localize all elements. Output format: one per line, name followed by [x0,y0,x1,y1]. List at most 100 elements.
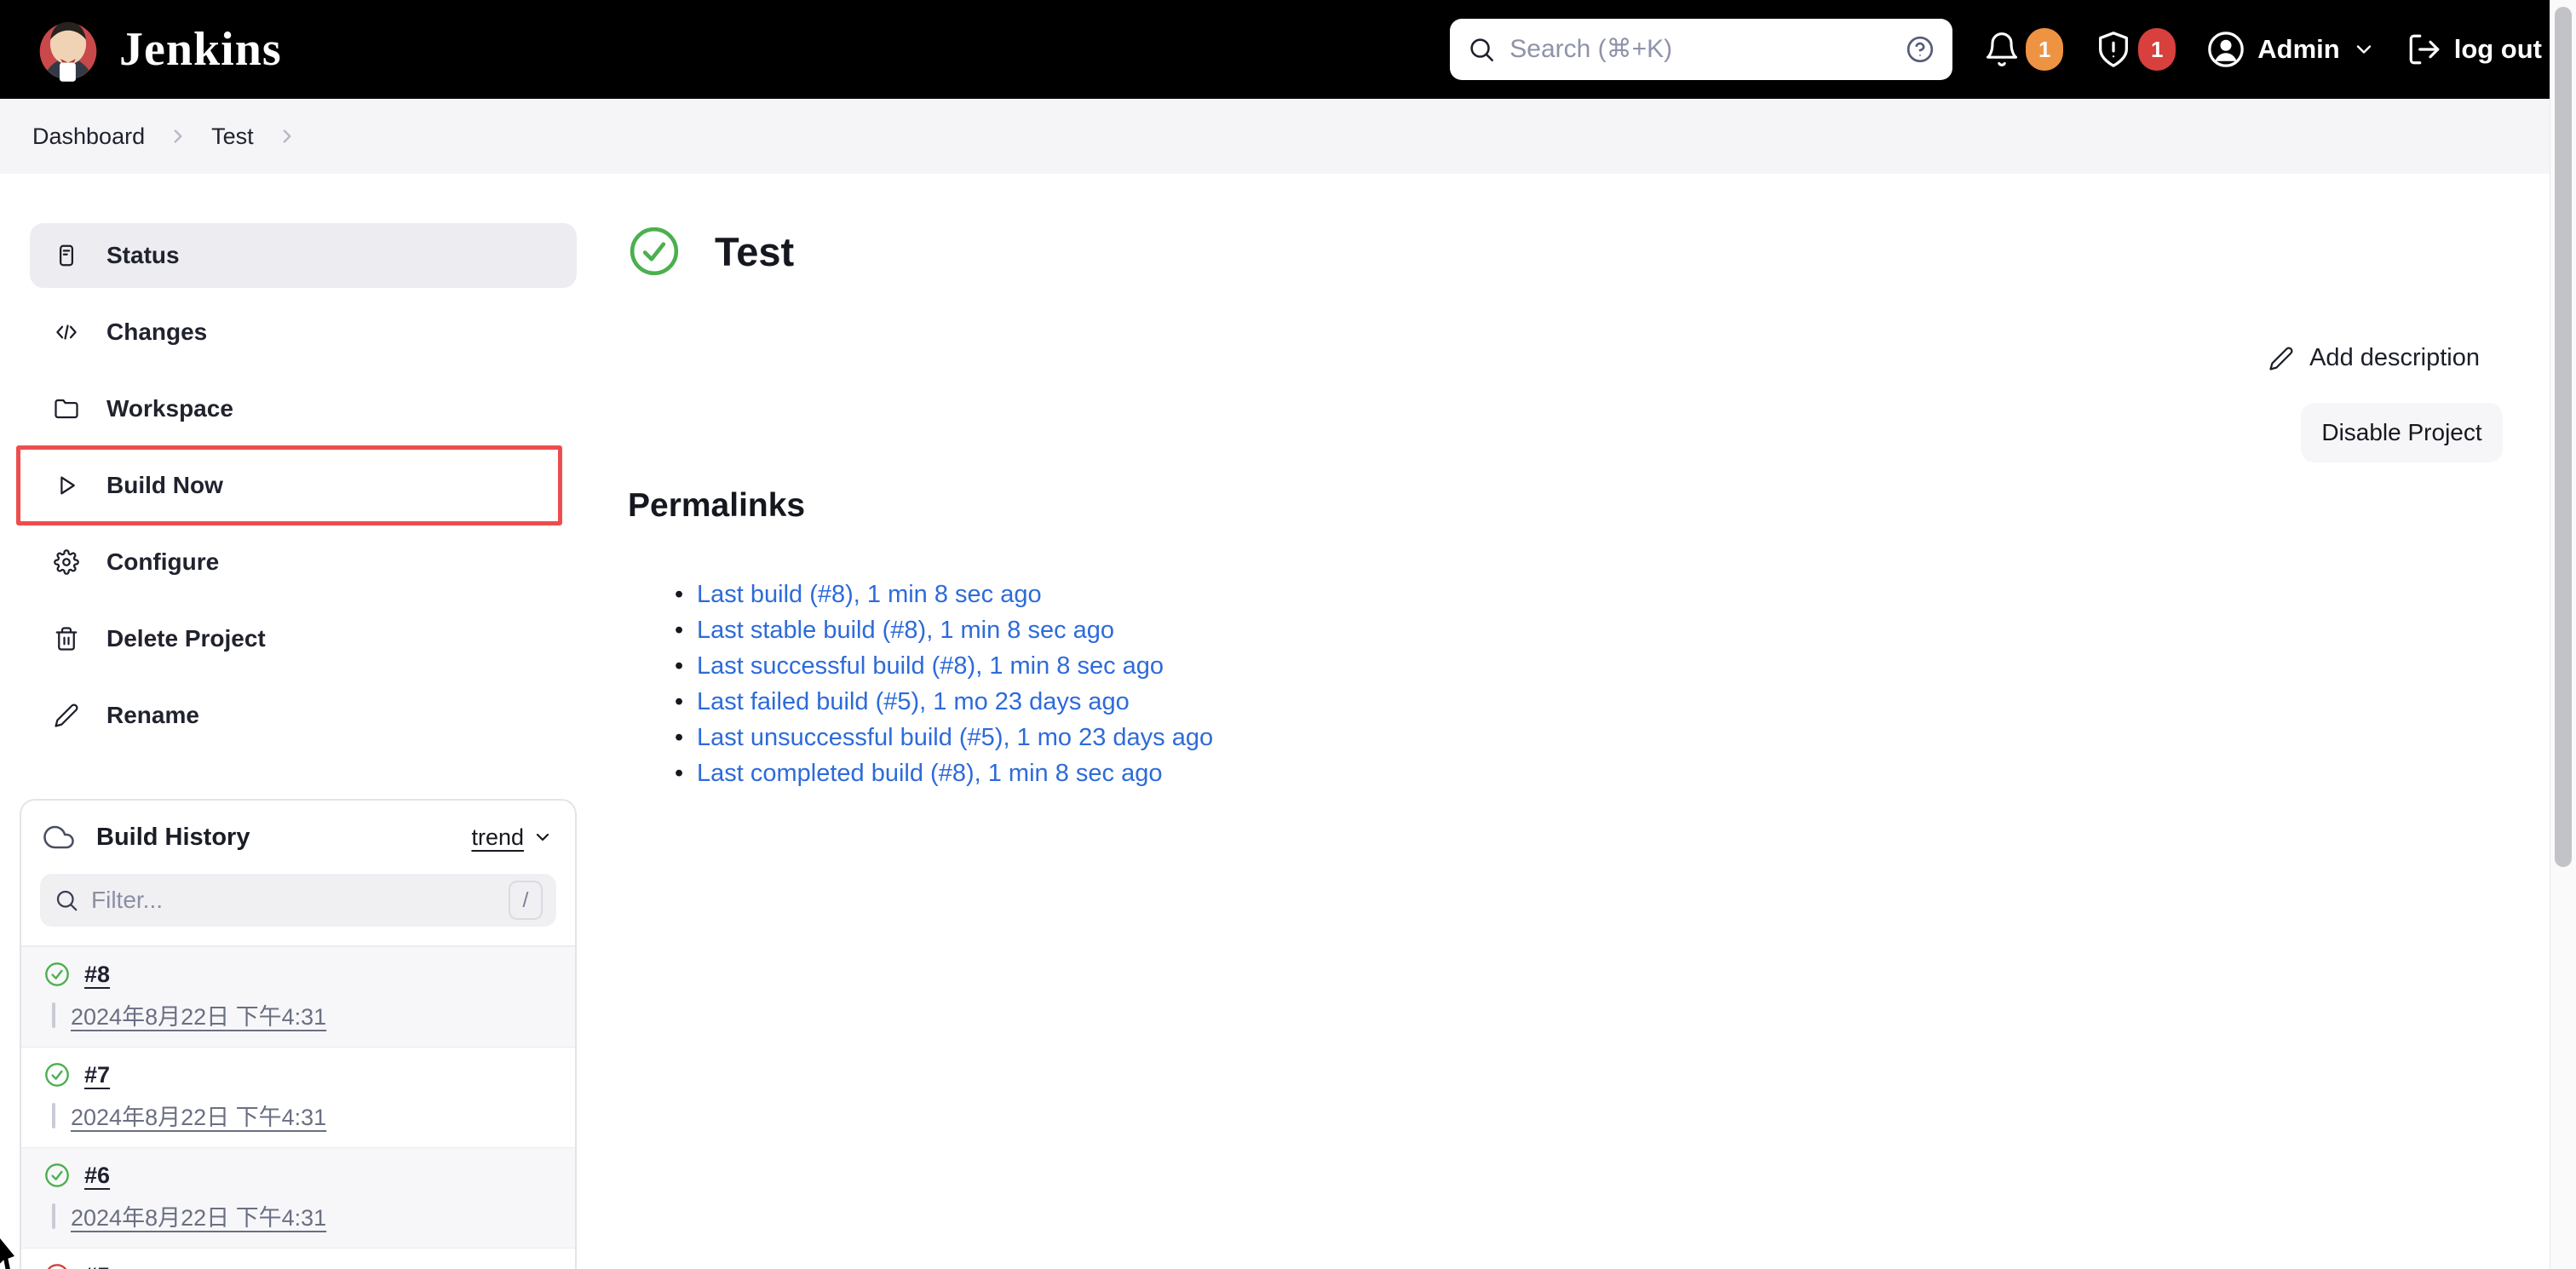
play-icon [54,473,79,498]
timeline-bar [52,1102,55,1128]
permalink-link[interactable]: Last successful build (#8), 1 min 8 sec … [697,652,1164,680]
code-icon [54,319,79,345]
pencil-icon [2268,346,2294,371]
permalink-link[interactable]: Last stable build (#8), 1 min 8 sec ago [697,617,1114,644]
chevron-right-icon [276,125,298,147]
failed-icon [43,1262,71,1269]
main-content: Status Changes Workspace Build Now Confi… [0,174,2576,1269]
permalink-item: Last failed build (#5), 1 mo 23 days ago [675,688,1213,715]
search-icon [1467,35,1496,64]
cloud-icon [43,822,74,853]
sidebar-item-label: Build Now [106,472,223,498]
filter-input[interactable] [91,887,497,914]
build-row: #6 2024年8月22日 下午4:31 [21,1148,575,1249]
permalink-link[interactable]: Last build (#8), 1 min 8 sec ago [697,581,1042,608]
build-list: #8 2024年8月22日 下午4:31 #7 2024年8月22日 下午4:3… [21,945,575,1269]
chevron-down-icon [2352,37,2376,61]
user-menu[interactable]: Admin [2206,30,2375,69]
build-row: #5 [21,1249,575,1269]
build-date-link[interactable]: 2024年8月22日 下午4:31 [71,1099,326,1132]
sidebar-item-label: Workspace [106,395,233,422]
status-icon [54,243,79,268]
notification-badge: 1 [2026,28,2064,71]
trend-label: trend [471,824,524,850]
permalink-link[interactable]: Last unsuccessful build (#5), 1 mo 23 da… [697,724,1213,751]
permalinks-heading: Permalinks [628,487,806,524]
breadcrumb: Dashboard Test [0,99,2576,174]
logout-icon [2406,32,2442,67]
build-date-link[interactable]: 2024年8月22日 下午4:31 [71,998,326,1031]
permalink-link[interactable]: Last failed build (#5), 1 mo 23 days ago [697,688,1130,715]
help-icon[interactable] [1905,34,1935,65]
logout-label: log out [2453,34,2542,64]
notifications-button[interactable]: 1 [1983,28,2064,71]
bell-icon [1983,31,2021,68]
logout-button[interactable]: log out [2406,32,2542,67]
trash-icon [54,626,79,652]
sidebar-item-delete-project[interactable]: Delete Project [30,606,577,671]
build-link[interactable]: #8 [84,962,110,988]
timeline-bar [52,1203,55,1229]
mouse-cursor [0,1238,14,1269]
sidebar-item-label: Delete Project [106,625,266,652]
scrollbar-track [2550,0,2576,1269]
search-input[interactable] [1509,35,1892,64]
jenkins-logo [34,15,102,83]
add-description-label: Add description [2309,344,2480,371]
success-icon [43,961,71,988]
build-link[interactable]: #5 [84,1263,110,1269]
build-date-link[interactable]: 2024年8月22日 下午4:31 [71,1199,326,1232]
annotation-highlight-box [16,445,562,525]
sidebar-item-configure[interactable]: Configure [30,530,577,594]
build-history-filter[interactable]: / [40,874,556,927]
permalink-item: Last unsuccessful build (#5), 1 mo 23 da… [675,724,1213,751]
sidebar-item-build-now[interactable]: Build Now [16,445,577,525]
brand-title: Jenkins [119,23,282,76]
sidebar-item-label: Configure [106,548,220,575]
permalink-item: Last successful build (#8), 1 min 8 sec … [675,652,1213,680]
build-history-title: Build History [96,823,250,851]
gear-icon [54,549,79,575]
permalinks-list: Last build (#8), 1 min 8 sec ago Last st… [675,581,1213,797]
disable-project-button[interactable]: Disable Project [2301,403,2503,462]
success-icon [628,225,681,278]
build-history-panel: Build History trend / [20,799,577,1269]
build-link[interactable]: #7 [84,1062,110,1088]
jenkins-home-link[interactable]: Jenkins [34,15,282,83]
permalink-item: Last completed build (#8), 1 min 8 sec a… [675,760,1213,787]
breadcrumb-test[interactable]: Test [211,123,254,150]
shortcut-key-badge: / [509,881,543,920]
trend-dropdown[interactable]: trend [471,824,553,851]
search-icon [54,887,79,913]
chevron-down-icon [532,827,553,847]
sidebar-item-label: Status [106,242,180,268]
build-row: #8 2024年8月22日 下午4:31 [21,947,575,1048]
shield-alert-icon [2094,30,2133,69]
pencil-icon [54,703,79,728]
sidebar-item-rename[interactable]: Rename [30,683,577,748]
sidebar-item-label: Changes [106,319,208,345]
top-header: Jenkins Search (⌘+K) 1 1 Admin log out [0,0,2576,99]
scrollbar-thumb[interactable] [2555,7,2572,867]
sidebar-item-status[interactable]: Status [30,223,577,288]
add-description-button[interactable]: Add description [2268,344,2480,372]
security-badge: 1 [2138,28,2176,71]
search-bar[interactable] [1450,19,1953,80]
build-link[interactable]: #6 [84,1163,110,1189]
folder-icon [54,396,79,422]
permalink-item: Last build (#8), 1 min 8 sec ago [675,581,1213,608]
chevron-right-icon [167,125,189,147]
success-icon [43,1061,71,1088]
user-name: Admin [2257,34,2340,64]
permalink-link[interactable]: Last completed build (#8), 1 min 8 sec a… [697,760,1162,787]
sidebar-item-workspace[interactable]: Workspace [30,376,577,441]
page-title: Test [715,228,795,274]
timeline-bar [52,1002,55,1028]
sidebar-item-changes[interactable]: Changes [30,300,577,365]
permalink-item: Last stable build (#8), 1 min 8 sec ago [675,617,1213,644]
security-warnings-button[interactable]: 1 [2094,28,2176,71]
breadcrumb-dashboard[interactable]: Dashboard [32,123,145,150]
sidebar-item-label: Rename [106,702,199,728]
success-icon [43,1162,71,1189]
build-row: #7 2024年8月22日 下午4:31 [21,1048,575,1148]
